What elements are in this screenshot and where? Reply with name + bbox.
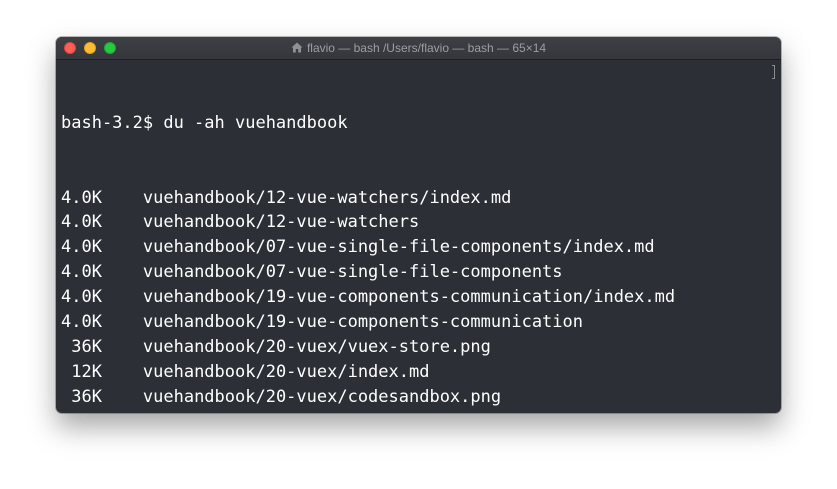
prompt-line: bash-3.2$ du -ah vuehandbook — [61, 112, 348, 133]
output-line: 4.0K vuehandbook/19-vue-components-commu… — [61, 311, 583, 332]
output-line: 4.0K vuehandbook/12-vue-watchers — [61, 212, 420, 233]
window-title-container: flavio — bash /Users/flavio — bash — 65×… — [56, 37, 781, 59]
terminal-output[interactable]: bash-3.2$ du -ah vuehandbook 4.0K vuehan… — [61, 61, 771, 413]
output-line: 4.0K vuehandbook/07-vue-single-file-comp… — [61, 237, 655, 258]
title-bar[interactable]: flavio — bash /Users/flavio — bash — 65×… — [56, 37, 781, 60]
output-line: 36K vuehandbook/20-vuex/vuex-store.png — [61, 336, 491, 357]
terminal-window: flavio — bash /Users/flavio — bash — 65×… — [56, 37, 781, 413]
scrollbar-indicator[interactable] — [772, 65, 775, 79]
home-folder-icon — [291, 42, 303, 53]
output-line: 4.0K vuehandbook/07-vue-single-file-comp… — [61, 262, 563, 283]
output-line: 4.0K vuehandbook/12-vue-watchers/index.m… — [61, 187, 512, 208]
output-line: 4.0K vuehandbook/19-vue-components-commu… — [61, 287, 676, 308]
output-line: 84K vuehandbook/20-vuex — [61, 410, 771, 413]
output-line: 12K vuehandbook/20-vuex/index.md — [61, 361, 430, 382]
output-line: 36K vuehandbook/20-vuex/codesandbox.png — [61, 386, 502, 407]
window-title: flavio — bash /Users/flavio — bash — 65×… — [306, 41, 547, 55]
output-lines: 4.0K vuehandbook/12-vue-watchers/index.m… — [61, 186, 771, 413]
